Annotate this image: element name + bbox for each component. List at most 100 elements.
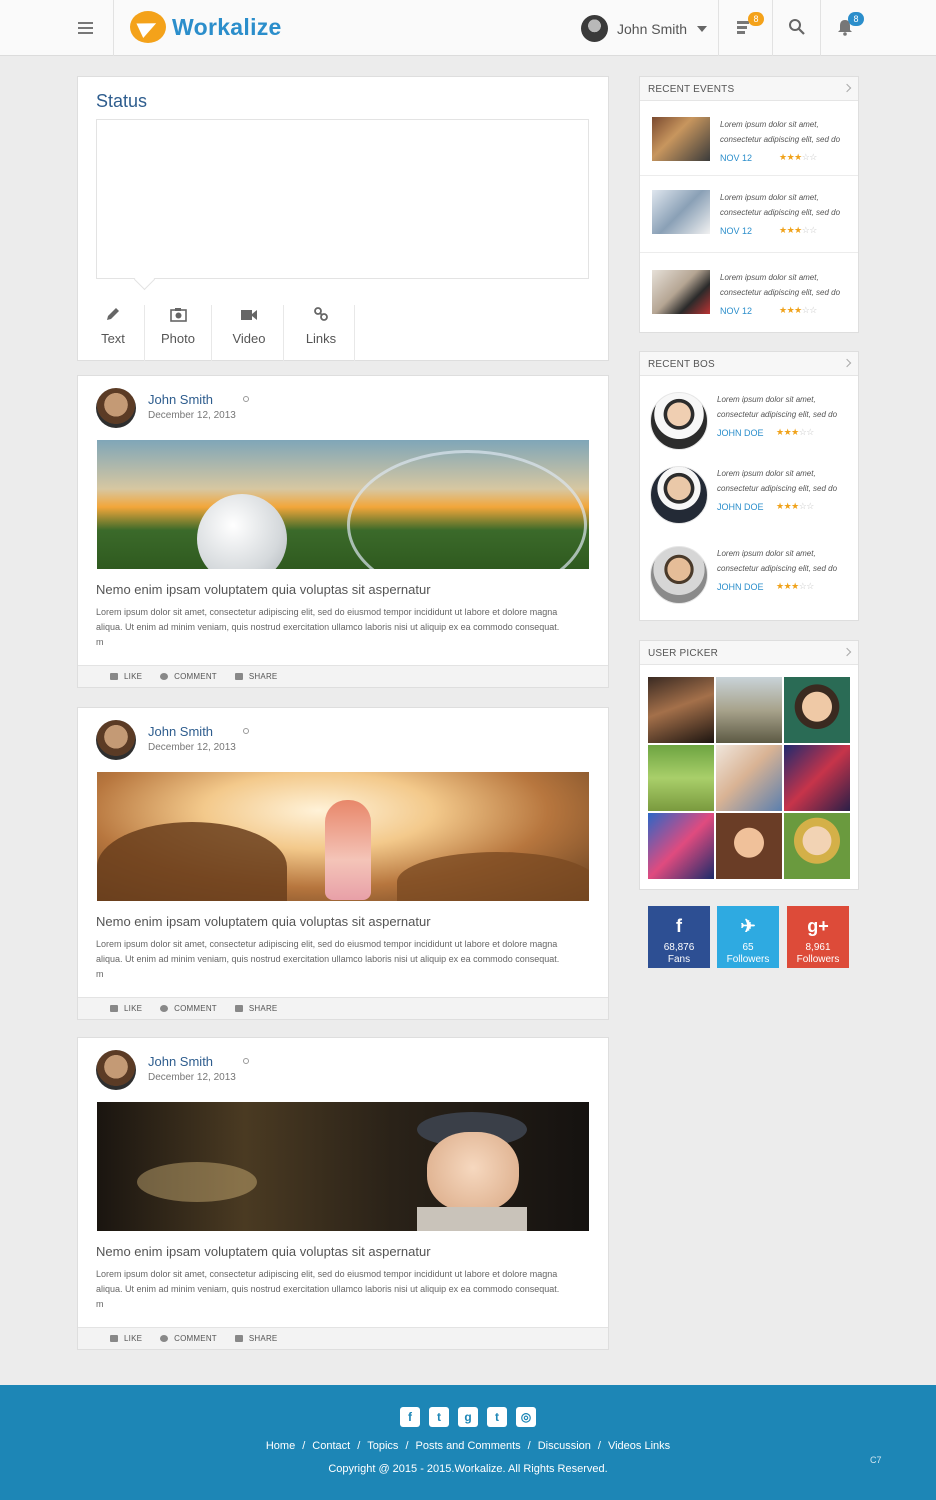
- tab-divider: [211, 305, 212, 361]
- star-rating: ★★★☆☆: [779, 225, 817, 235]
- post-date: December 12, 2013: [148, 1072, 236, 1083]
- brand-logo[interactable]: Workalize: [130, 11, 282, 43]
- google-plus-icon[interactable]: g: [458, 1407, 478, 1427]
- notifications-button[interactable]: 8: [836, 12, 864, 38]
- author-avatar[interactable]: [96, 720, 136, 760]
- comment-button[interactable]: COMMENT: [160, 1334, 217, 1343]
- share-label: SHARE: [248, 1334, 278, 1343]
- user-photo[interactable]: [648, 813, 714, 879]
- comment-label: COMMENT: [174, 1334, 217, 1343]
- event-date: NOV 12: [720, 306, 753, 316]
- user-photo-grid: [648, 677, 850, 879]
- post-actions: LIKE COMMENT SHARE: [78, 665, 608, 687]
- inbox-count-badge: 8: [748, 12, 764, 26]
- facebook-icon[interactable]: f: [400, 1407, 420, 1427]
- comment-icon: [160, 1005, 169, 1012]
- instagram-icon[interactable]: ◎: [516, 1407, 536, 1427]
- post-image[interactable]: [97, 440, 589, 569]
- menu-icon[interactable]: [78, 22, 93, 34]
- author-name[interactable]: John Smith: [148, 392, 213, 407]
- bo-name[interactable]: JOHN DOE: [717, 502, 764, 512]
- star-rating: ★★★☆☆: [779, 305, 817, 315]
- widget-title: RECENT BOS: [640, 352, 858, 376]
- author-avatar[interactable]: [96, 1050, 136, 1090]
- post-image[interactable]: [97, 1102, 589, 1231]
- link-icon: [314, 307, 328, 321]
- tab-photo[interactable]: Photo: [145, 305, 211, 361]
- bo-name[interactable]: JOHN DOE: [717, 428, 764, 438]
- social-count: 65: [742, 942, 754, 953]
- divider: [640, 175, 858, 176]
- social-count: 68,876: [663, 942, 695, 953]
- header-divider: [820, 0, 821, 56]
- author-avatar[interactable]: [96, 388, 136, 428]
- bo-name[interactable]: JOHN DOE: [717, 582, 764, 592]
- user-picker-widget: USER PICKER: [639, 640, 859, 890]
- tab-links[interactable]: Links: [288, 305, 354, 361]
- user-photo[interactable]: [784, 677, 850, 743]
- tab-divider: [354, 305, 355, 361]
- google-plus-followers[interactable]: g+ 8,961 Followers: [787, 906, 849, 968]
- like-button[interactable]: LIKE: [110, 672, 142, 681]
- post-card: John Smith December 12, 2013 Nemo enim i…: [77, 707, 609, 1020]
- user-photo[interactable]: [784, 745, 850, 811]
- user-photo[interactable]: [648, 677, 714, 743]
- post-image[interactable]: [97, 772, 589, 901]
- comment-button[interactable]: COMMENT: [160, 672, 217, 681]
- inbox-button[interactable]: 8: [736, 12, 764, 38]
- golf-ball: [197, 494, 287, 569]
- user-photo[interactable]: [784, 813, 850, 879]
- twitter-icon[interactable]: t: [429, 1407, 449, 1427]
- share-button[interactable]: SHARE: [234, 1334, 278, 1343]
- like-button[interactable]: LIKE: [110, 1334, 142, 1343]
- post-date: December 12, 2013: [148, 742, 236, 753]
- bo-description: Lorem ipsum dolor sit amet, consectetur …: [717, 469, 838, 493]
- share-button[interactable]: SHARE: [234, 672, 278, 681]
- user-photo[interactable]: [648, 745, 714, 811]
- event-date: NOV 12: [720, 226, 753, 236]
- tree-silhouette: [97, 822, 287, 901]
- star-rating: ★★★☆☆: [779, 152, 817, 162]
- author-name[interactable]: John Smith: [148, 1054, 213, 1069]
- post-body: Lorem ipsum dolor sit amet, consectetur …: [96, 607, 560, 647]
- user-photo[interactable]: [716, 813, 782, 879]
- share-button[interactable]: SHARE: [234, 1004, 278, 1013]
- comment-button[interactable]: COMMENT: [160, 1004, 217, 1013]
- event-description: Lorem ipsum dolor sit amet, consectetur …: [720, 273, 841, 297]
- tumblr-icon[interactable]: t: [487, 1407, 507, 1427]
- globe-icon: [243, 396, 249, 402]
- search-icon: [789, 19, 805, 35]
- search-button[interactable]: [788, 18, 808, 38]
- user-menu[interactable]: John Smith: [581, 15, 708, 42]
- footer-link-topics[interactable]: Topics: [367, 1440, 398, 1452]
- footer-link-home[interactable]: Home: [266, 1440, 295, 1452]
- event-date: NOV 12: [720, 153, 753, 163]
- google-plus-icon: g+: [807, 916, 829, 936]
- social-count: 8,961: [805, 942, 831, 953]
- status-input[interactable]: [96, 119, 589, 279]
- footer-link-discussion[interactable]: Discussion: [538, 1440, 591, 1452]
- bokeh-light: [137, 1162, 257, 1202]
- post-actions: LIKE COMMENT SHARE: [78, 1327, 608, 1349]
- tab-text[interactable]: Text: [80, 305, 146, 361]
- facebook-fans[interactable]: f 68,876 Fans: [648, 906, 710, 968]
- user-photo[interactable]: [716, 745, 782, 811]
- footer-link-posts[interactable]: Posts and Comments: [416, 1440, 521, 1452]
- child-face: [427, 1132, 519, 1212]
- share-icon: [234, 1335, 243, 1342]
- like-label: LIKE: [124, 672, 143, 681]
- footer-link-videos[interactable]: Videos Links: [608, 1440, 670, 1452]
- tab-video[interactable]: Video: [216, 305, 282, 361]
- runner-figure: [325, 800, 371, 900]
- share-label: SHARE: [248, 672, 278, 681]
- footer-link-contact[interactable]: Contact: [312, 1440, 350, 1452]
- social-label: Followers: [796, 954, 840, 965]
- video-camera-icon: [241, 309, 257, 320]
- like-button[interactable]: LIKE: [110, 1004, 142, 1013]
- post-heading: Nemo enim ipsam voluptatem quia voluptas…: [96, 582, 431, 597]
- event-thumbnail: [652, 190, 710, 234]
- twitter-followers[interactable]: ✈ 65 Followers: [717, 906, 779, 968]
- author-name[interactable]: John Smith: [148, 724, 213, 739]
- post-date: December 12, 2013: [148, 410, 236, 421]
- user-photo[interactable]: [716, 677, 782, 743]
